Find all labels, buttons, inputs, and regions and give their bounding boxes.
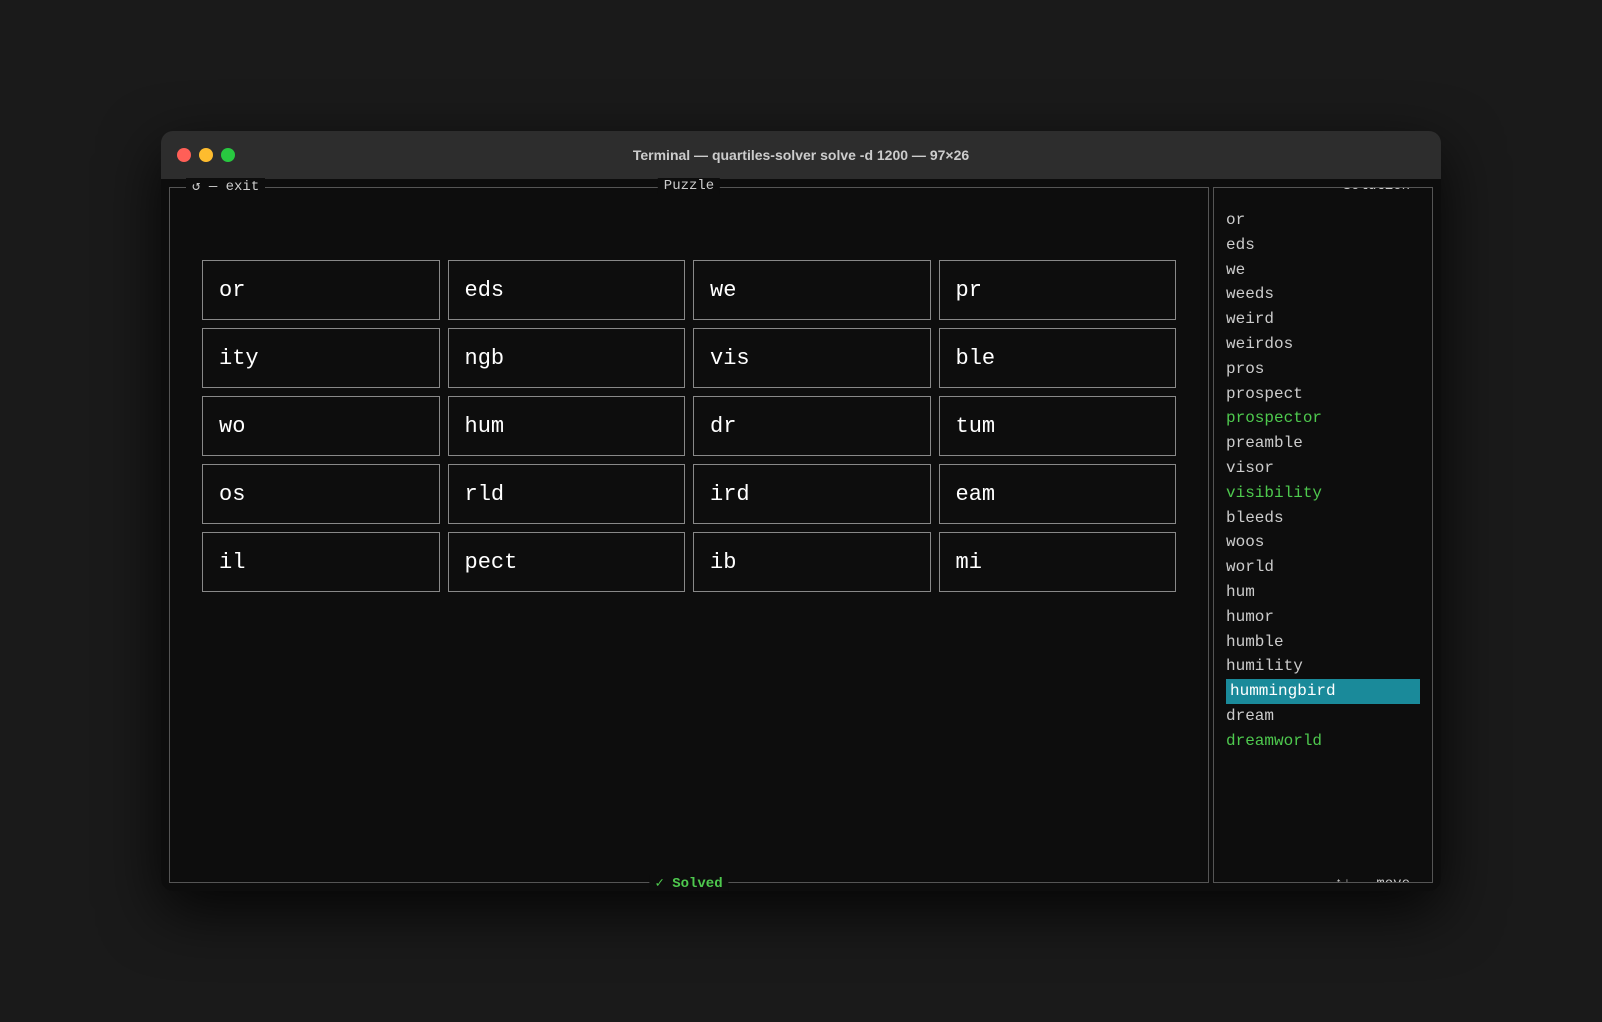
solution-item[interactable]: preamble bbox=[1222, 431, 1424, 456]
solution-item[interactable]: hummingbird bbox=[1222, 679, 1424, 704]
cell-1-2[interactable]: vis bbox=[693, 328, 931, 388]
solution-item[interactable]: humor bbox=[1222, 605, 1424, 630]
puzzle-title: Puzzle bbox=[658, 178, 720, 194]
close-button[interactable] bbox=[177, 148, 191, 162]
cell-3-3[interactable]: eam bbox=[939, 464, 1177, 524]
solution-item[interactable]: eds bbox=[1222, 233, 1424, 258]
solution-item[interactable]: hum bbox=[1222, 580, 1424, 605]
solution-title: Solution bbox=[1337, 187, 1416, 194]
solution-list: oredsweweedsweirdweirdosprosprospectpros… bbox=[1222, 208, 1424, 754]
solution-item[interactable]: weird bbox=[1222, 307, 1424, 332]
traffic-lights bbox=[177, 148, 235, 162]
puzzle-row: or eds we pr bbox=[202, 260, 1176, 320]
solution-panel: Solution ↑↓ — move oredsweweedsweirdweir… bbox=[1213, 187, 1433, 883]
puzzle-row: wo hum dr tum bbox=[202, 396, 1176, 456]
solution-item[interactable]: pros bbox=[1222, 357, 1424, 382]
solution-item[interactable]: prospect bbox=[1222, 382, 1424, 407]
solution-item[interactable]: world bbox=[1222, 555, 1424, 580]
puzzle-grid: or eds we pr ity ngb vis ble wo hum dr bbox=[182, 260, 1196, 592]
cell-2-3[interactable]: tum bbox=[939, 396, 1177, 456]
cell-2-2[interactable]: dr bbox=[693, 396, 931, 456]
solution-item[interactable]: weeds bbox=[1222, 282, 1424, 307]
cell-0-1[interactable]: eds bbox=[448, 260, 686, 320]
maximize-button[interactable] bbox=[221, 148, 235, 162]
cell-0-0[interactable]: or bbox=[202, 260, 440, 320]
solution-item[interactable]: dreamworld bbox=[1222, 729, 1424, 754]
titlebar: Terminal — quartiles-solver solve -d 120… bbox=[161, 131, 1441, 179]
terminal-window: Terminal — quartiles-solver solve -d 120… bbox=[161, 131, 1441, 891]
solution-item[interactable]: or bbox=[1222, 208, 1424, 233]
puzzle-row: os rld ird eam bbox=[202, 464, 1176, 524]
cell-3-2[interactable]: ird bbox=[693, 464, 931, 524]
exit-label: ↺ — exit bbox=[186, 178, 265, 195]
puzzle-row: ity ngb vis ble bbox=[202, 328, 1176, 388]
puzzle-row: il pect ib mi bbox=[202, 532, 1176, 592]
cell-4-1[interactable]: pect bbox=[448, 532, 686, 592]
solution-item[interactable]: prospector bbox=[1222, 406, 1424, 431]
cell-1-1[interactable]: ngb bbox=[448, 328, 686, 388]
solution-item[interactable]: weirdos bbox=[1222, 332, 1424, 357]
solution-item[interactable]: we bbox=[1222, 258, 1424, 283]
solution-item[interactable]: woos bbox=[1222, 530, 1424, 555]
cell-0-3[interactable]: pr bbox=[939, 260, 1177, 320]
cell-1-3[interactable]: ble bbox=[939, 328, 1177, 388]
window-title: Terminal — quartiles-solver solve -d 120… bbox=[633, 147, 969, 163]
terminal-body: ↺ — exit Puzzle ✓ Solved or eds we pr it… bbox=[161, 179, 1441, 891]
minimize-button[interactable] bbox=[199, 148, 213, 162]
cell-4-3[interactable]: mi bbox=[939, 532, 1177, 592]
cell-2-1[interactable]: hum bbox=[448, 396, 686, 456]
cell-3-0[interactable]: os bbox=[202, 464, 440, 524]
cell-2-0[interactable]: wo bbox=[202, 396, 440, 456]
puzzle-panel: ↺ — exit Puzzle ✓ Solved or eds we pr it… bbox=[169, 187, 1209, 883]
cell-1-0[interactable]: ity bbox=[202, 328, 440, 388]
solution-item[interactable]: humility bbox=[1222, 654, 1424, 679]
cell-4-2[interactable]: ib bbox=[693, 532, 931, 592]
cell-4-0[interactable]: il bbox=[202, 532, 440, 592]
solution-item[interactable]: humble bbox=[1222, 630, 1424, 655]
solution-item[interactable]: visor bbox=[1222, 456, 1424, 481]
move-label: ↑↓ — move bbox=[1328, 876, 1416, 883]
solution-item[interactable]: bleeds bbox=[1222, 506, 1424, 531]
solution-item[interactable]: dream bbox=[1222, 704, 1424, 729]
cell-0-2[interactable]: we bbox=[693, 260, 931, 320]
cell-3-1[interactable]: rld bbox=[448, 464, 686, 524]
solution-item[interactable]: visibility bbox=[1222, 481, 1424, 506]
solved-label: ✓ Solved bbox=[649, 875, 728, 891]
